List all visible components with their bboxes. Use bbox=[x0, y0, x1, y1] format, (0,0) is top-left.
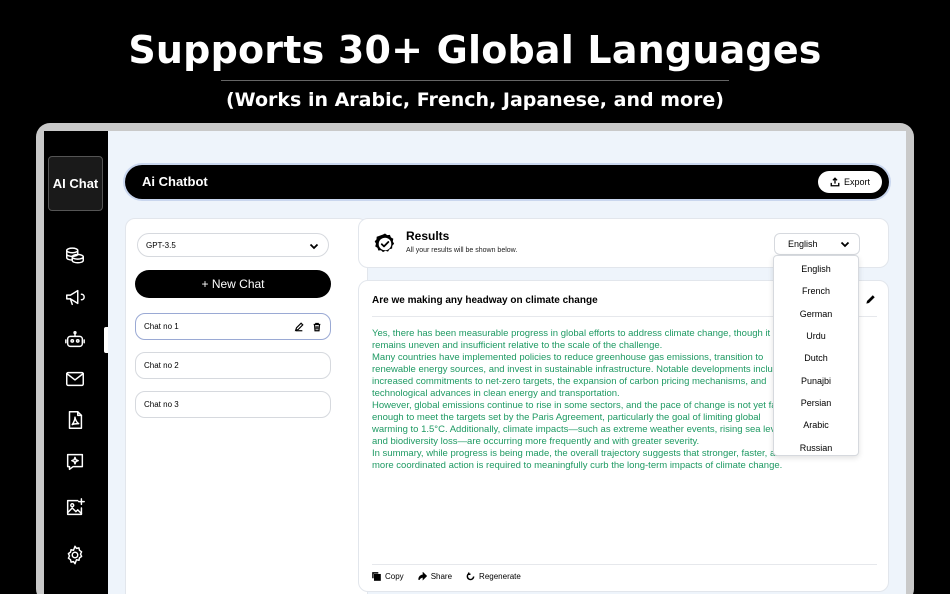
regenerate-label: Regenerate bbox=[479, 572, 521, 581]
export-label: Export bbox=[843, 177, 870, 187]
language-option[interactable]: Russian bbox=[774, 436, 858, 458]
chat-item-label: Chat no 3 bbox=[144, 400, 179, 409]
sidebar: AI Chat bbox=[44, 131, 109, 594]
language-option[interactable]: Dutch bbox=[774, 347, 858, 369]
language-select-value: English bbox=[788, 239, 818, 249]
refresh-icon bbox=[466, 572, 475, 581]
megaphone-icon[interactable] bbox=[64, 286, 86, 308]
pencil-icon[interactable] bbox=[865, 294, 876, 305]
chat-item-label: Chat no 1 bbox=[144, 322, 179, 331]
answer-paragraph: Many countries have implemented policies… bbox=[372, 352, 784, 399]
divider bbox=[372, 564, 877, 565]
chat-item[interactable]: Chat no 3 bbox=[135, 391, 331, 418]
language-option[interactable]: English bbox=[774, 258, 858, 280]
share-label: Share bbox=[430, 572, 453, 581]
promo-title: Supports 30+ Global Languages bbox=[128, 28, 822, 72]
robot-icon[interactable] bbox=[64, 329, 86, 351]
chat-item[interactable]: Chat no 2 bbox=[135, 352, 331, 379]
app-logo[interactable]: AI Chat bbox=[48, 156, 103, 211]
answer-text: Yes, there has been measurable progress … bbox=[372, 328, 792, 472]
image-add-icon[interactable] bbox=[64, 497, 86, 519]
language-select[interactable]: English bbox=[774, 233, 860, 255]
chat-list-panel: GPT-3.5 + New Chat Chat no 1 Chat no 2 C… bbox=[125, 218, 368, 594]
language-option[interactable]: Arabic bbox=[774, 414, 858, 436]
mail-icon[interactable] bbox=[64, 368, 86, 390]
answer-paragraph: In summary, while progress is being made… bbox=[372, 448, 786, 471]
app-window: AI Chat Ai Chatbot Export GPT-3.5 + New … bbox=[44, 131, 906, 594]
language-option[interactable]: German bbox=[774, 303, 858, 325]
gear-icon[interactable] bbox=[64, 544, 86, 566]
results-subtitle: All your results will be shown below. bbox=[406, 247, 518, 254]
promo-subtitle: (Works in Arabic, French, Japanese, and … bbox=[226, 89, 724, 111]
coins-icon[interactable] bbox=[64, 244, 86, 266]
verified-badge-icon bbox=[374, 233, 395, 253]
language-option[interactable]: Punajbi bbox=[774, 369, 858, 391]
chevron-down-icon bbox=[308, 240, 320, 254]
model-select[interactable]: GPT-3.5 bbox=[137, 233, 329, 257]
copy-label: Copy bbox=[385, 572, 404, 581]
trash-icon[interactable] bbox=[312, 322, 322, 332]
answer-paragraph: Yes, there has been measurable progress … bbox=[372, 328, 771, 351]
answer-actions: Copy Share Regenerate bbox=[372, 572, 521, 581]
question-text: Are we making any headway on climate cha… bbox=[372, 295, 598, 306]
chat-item-label: Chat no 2 bbox=[144, 361, 179, 370]
answer-paragraph: However, global emissions continue to ri… bbox=[372, 400, 791, 447]
edit-icon[interactable] bbox=[294, 322, 304, 332]
new-chat-button[interactable]: + New Chat bbox=[135, 270, 331, 298]
language-option[interactable]: Persian bbox=[774, 392, 858, 414]
results-title: Results bbox=[406, 229, 450, 243]
share-button[interactable]: Share bbox=[417, 572, 453, 581]
regenerate-button[interactable]: Regenerate bbox=[466, 572, 521, 581]
copy-icon bbox=[372, 572, 381, 581]
promo-divider bbox=[221, 80, 729, 81]
export-icon bbox=[830, 177, 840, 187]
model-select-value: GPT-3.5 bbox=[146, 240, 176, 250]
language-option[interactable]: French bbox=[774, 280, 858, 302]
top-bar: Ai Chatbot Export bbox=[125, 165, 889, 199]
language-dropdown-menu: English French German Urdu Dutch Punajbi… bbox=[773, 255, 859, 456]
chevron-down-icon bbox=[839, 238, 851, 252]
pdf-icon[interactable] bbox=[64, 409, 86, 431]
copy-button[interactable]: Copy bbox=[372, 572, 404, 581]
main-content: Ai Chatbot Export GPT-3.5 + New Chat Cha… bbox=[108, 131, 906, 594]
language-option[interactable]: Urdu bbox=[774, 325, 858, 347]
share-icon bbox=[417, 572, 427, 581]
chat-star-icon[interactable] bbox=[64, 451, 86, 473]
export-button[interactable]: Export bbox=[818, 171, 882, 193]
chat-item[interactable]: Chat no 1 bbox=[135, 313, 331, 340]
app-title: Ai Chatbot bbox=[142, 174, 208, 189]
